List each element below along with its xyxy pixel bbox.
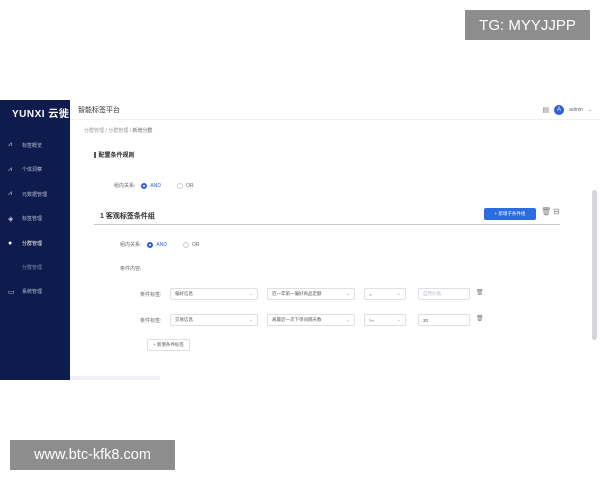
trash-icon[interactable]: 🗑 [541, 207, 551, 216]
operator-select[interactable]: >= ⌄ [364, 314, 406, 326]
chevron-down-icon: ⌄ [248, 317, 253, 323]
group-icon: ● [8, 239, 13, 247]
top-relation-row: 组内关系: AND OR [114, 182, 203, 189]
chart-icon: ⩘ [8, 141, 12, 149]
chevron-down-icon: ⌄ [396, 317, 401, 323]
group-relation-row: 组内关系: AND OR [120, 241, 209, 248]
content-bottom-edge [70, 376, 160, 380]
message-icon[interactable]: ▤ [543, 106, 550, 114]
page-title: 智能标签平台 [78, 106, 120, 114]
app-window: YUNXI 云徙 ⩘ 标签概览 ⩘ 个体洞察 ⩘ 元数据管理 ◈ 标签管理 ● … [0, 100, 600, 380]
select-value: 离最近一次下单间隔天数 [272, 317, 322, 322]
sidebar-item-label: 系统管理 [22, 289, 43, 296]
watermark-bottom: www.btc-kfk8.com [10, 440, 175, 470]
monitor-icon: ▭ [8, 288, 15, 296]
breadcrumb: 分群管理 / 分群管理 / 新增分群 [84, 127, 152, 134]
chevron-down-icon: ⌄ [396, 291, 401, 297]
field2-select[interactable]: 离最近一次下单间隔天数 ⌄ [267, 314, 355, 326]
chevron-down-icon: ⌄ [248, 291, 253, 297]
radio-or[interactable]: OR [182, 241, 199, 248]
database-icon: ⩘ [8, 190, 12, 198]
tag-icon: ◈ [8, 215, 14, 223]
operator-select[interactable]: = ⌄ [364, 288, 406, 300]
top-header: 智能标签平台 ▤ A admin ⌄ [70, 100, 600, 120]
sidebar-item-system[interactable]: ▭ 系统管理 [0, 280, 70, 305]
delete-row-icon[interactable]: 🗑 [476, 289, 484, 296]
radio-and[interactable]: AND [141, 182, 161, 189]
select-value: >= [369, 317, 375, 323]
sidebar-item-segments[interactable]: ● 分群管理 [0, 231, 70, 256]
sidebar-item-label: 标签管理 [22, 216, 43, 223]
breadcrumb-current: 新增分群 [132, 128, 153, 134]
sidebar-item-tags[interactable]: ◈ 标签管理 [0, 207, 70, 232]
breadcrumb-item[interactable]: 分群管理 [84, 128, 104, 134]
radio-or[interactable]: OR [176, 182, 193, 189]
select-value: 交易信息 [175, 317, 193, 322]
sidebar-item-label: 元数据管理 [22, 191, 48, 198]
watermark-top: TG: MYYJJPP [465, 10, 590, 40]
select-value: = [369, 291, 372, 297]
add-condition-button[interactable]: + 新增条件标签 [147, 339, 190, 351]
field1-select[interactable]: 偏好信息 ⌄ [170, 288, 258, 300]
sidebar-item-overview[interactable]: ⩘ 标签概览 [0, 133, 70, 158]
section-title: 配置条件规则 [94, 150, 135, 159]
sidebar-item-label: 个体洞察 [22, 167, 43, 174]
delete-row-icon[interactable]: 🗑 [476, 315, 484, 322]
value-input[interactable]: 30 [418, 314, 470, 326]
condition-row-label: 条件标签: [140, 318, 162, 324]
select-value: 偏好信息 [175, 291, 193, 296]
avatar[interactable]: A [554, 105, 565, 115]
sidebar: YUNXI 云徙 ⩘ 标签概览 ⩘ 个体洞察 ⩘ 元数据管理 ◈ 标签管理 ● … [0, 100, 70, 380]
sidebar-item-metadata[interactable]: ⩘ 元数据管理 [0, 182, 70, 207]
radio-and[interactable]: AND [147, 241, 167, 248]
group-divider [94, 224, 560, 225]
condition-row-label: 条件标签: [140, 292, 162, 298]
collapse-icon[interactable]: ⊟ [553, 207, 560, 216]
chevron-down-icon: ⌄ [345, 317, 350, 323]
header-actions: ▤ A admin ⌄ [543, 105, 592, 115]
relation-label: 组内关系: [114, 183, 136, 189]
value-input[interactable]: 自然价值 [418, 288, 470, 300]
sidebar-item-label: 标签概览 [22, 142, 43, 149]
sidebar-item-label: 分群管理 [22, 240, 43, 247]
sidebar-item-insight[interactable]: ⩘ 个体洞察 [0, 158, 70, 183]
add-sub-group-button[interactable]: + 新增子条件组 [484, 208, 536, 220]
field2-select[interactable]: 近一年第一偏好商品定额 ⌄ [267, 288, 355, 300]
breadcrumb-item[interactable]: 分群管理 [108, 128, 128, 134]
scrollbar[interactable] [592, 190, 597, 340]
select-value: 近一年第一偏好商品定额 [272, 291, 322, 296]
chevron-down-icon[interactable]: ⌄ [588, 107, 592, 113]
user-name[interactable]: admin [569, 107, 583, 113]
sidebar-subitem-segments[interactable]: 分群管理 [0, 256, 70, 280]
people-icon: ⩘ [8, 165, 12, 173]
chevron-down-icon: ⌄ [345, 291, 350, 297]
relation-label: 组内关系: [120, 242, 142, 248]
group-title: 1 客观标签条件组 [100, 213, 155, 220]
logo: YUNXI 云徙 [12, 109, 70, 120]
content-label: 条件内容: [120, 266, 142, 272]
field1-select[interactable]: 交易信息 ⌄ [170, 314, 258, 326]
